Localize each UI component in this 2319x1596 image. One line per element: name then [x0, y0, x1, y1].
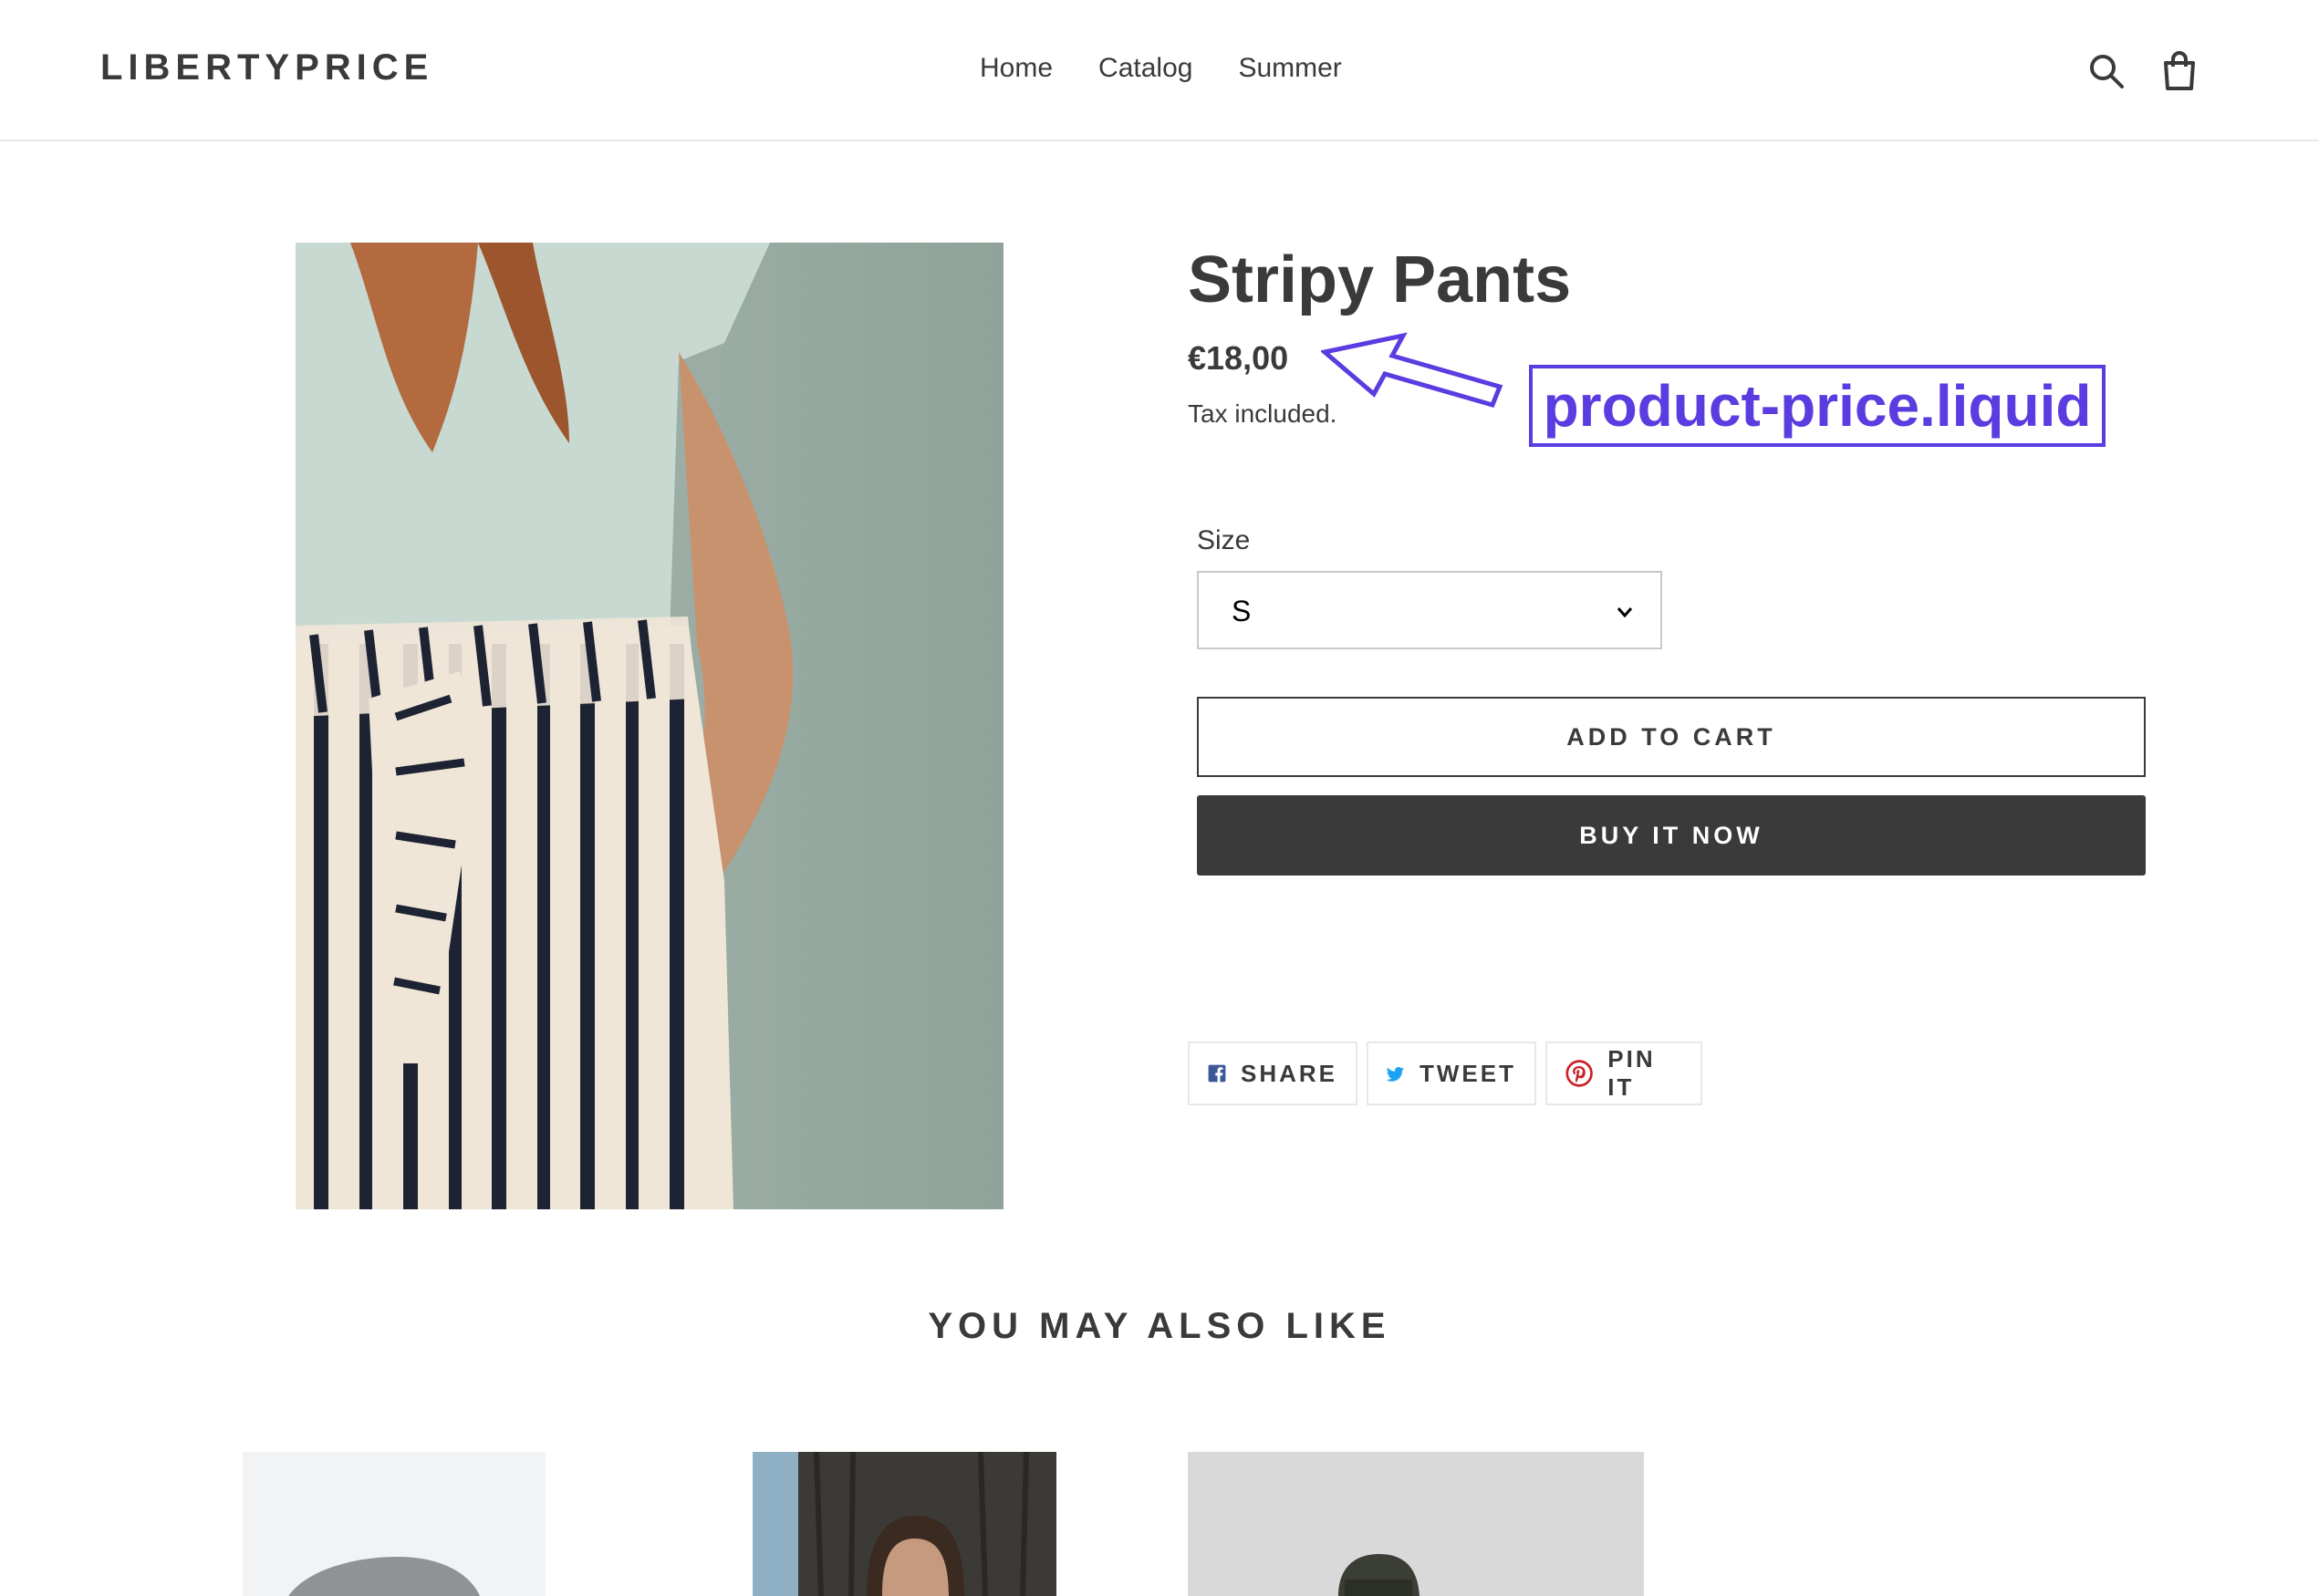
- share-facebook-button[interactable]: SHARE: [1188, 1042, 1357, 1105]
- product-price: €18,00: [1188, 339, 1289, 377]
- related-product-image[interactable]: [243, 1452, 546, 1596]
- product-photo: [296, 243, 1004, 1209]
- chevron-down-icon: [1617, 607, 1633, 618]
- product-image[interactable]: [296, 243, 1004, 1209]
- nav-summer[interactable]: Summer: [1238, 53, 1341, 84]
- main-nav: Home Catalog Summer: [980, 53, 1342, 84]
- related-product-image[interactable]: [1188, 1452, 1644, 1596]
- share-twitter-label: TWEET: [1419, 1059, 1516, 1087]
- annotation-arrow-icon: [1321, 332, 1503, 409]
- size-label: Size: [1197, 525, 1251, 555]
- nav-catalog[interactable]: Catalog: [1098, 53, 1192, 84]
- share-pinterest-button[interactable]: PIN IT: [1545, 1042, 1702, 1105]
- twitter-icon: [1387, 1066, 1404, 1082]
- related-product-photo: [1188, 1452, 1644, 1596]
- add-to-cart-button[interactable]: ADD TO CART: [1197, 697, 2146, 777]
- share-pinterest-label: PIN IT: [1607, 1045, 1656, 1101]
- related-products-title: YOU MAY ALSO LIKE: [928, 1306, 1391, 1346]
- share-twitter-button[interactable]: TWEET: [1367, 1042, 1536, 1105]
- search-icon[interactable]: [2085, 50, 2127, 92]
- buy-now-button[interactable]: BUY IT NOW: [1197, 795, 2146, 876]
- size-selected-value: S: [1232, 595, 1252, 627]
- site-header: LIBERTYPRICE Home Catalog Summer: [0, 0, 2319, 141]
- annotation-label: product-price.liquid: [1529, 365, 2106, 447]
- nav-home[interactable]: Home: [980, 53, 1053, 84]
- related-product-image[interactable]: [753, 1452, 1056, 1596]
- related-product-photo: [753, 1452, 1056, 1596]
- pinterest-icon: [1565, 1060, 1593, 1087]
- product-title: Stripy Pants: [1188, 244, 1572, 316]
- tax-note: Tax included.: [1188, 399, 1337, 428]
- facebook-icon: [1208, 1064, 1226, 1083]
- size-select[interactable]: S: [1197, 571, 1662, 649]
- store-logo[interactable]: LIBERTYPRICE: [100, 47, 433, 88]
- cart-icon[interactable]: [2158, 50, 2200, 92]
- related-product-photo: [243, 1452, 546, 1596]
- share-facebook-label: SHARE: [1240, 1059, 1337, 1087]
